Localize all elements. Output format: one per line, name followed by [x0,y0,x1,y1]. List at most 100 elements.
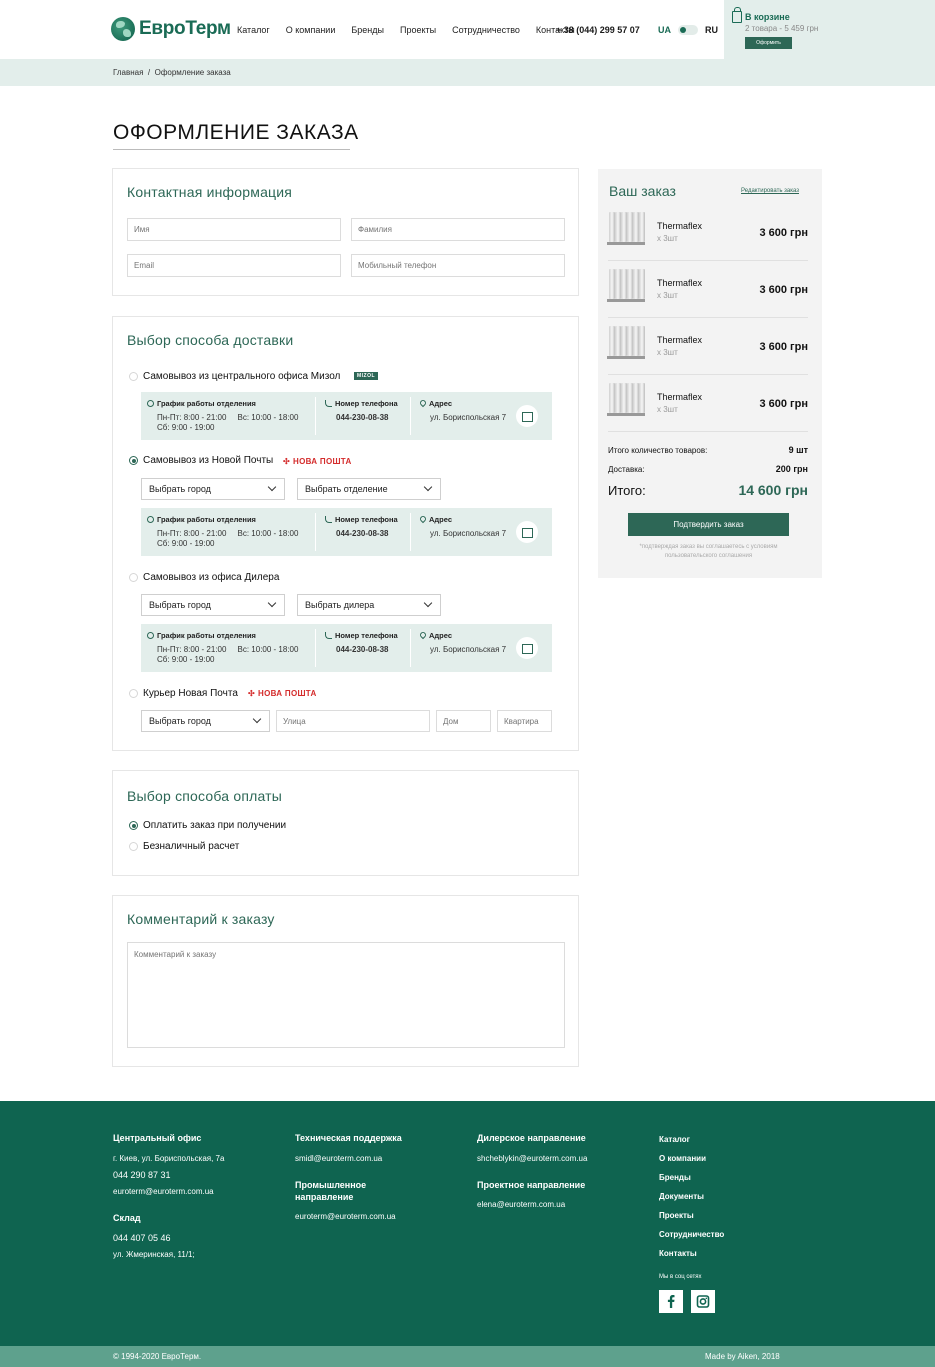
comment-card: Комментарий к заказу [112,895,579,1067]
delivery-label-mizol[interactable]: Самовывоз из центрального офиса Мизол [143,371,340,382]
delivery-card: Выбор способа доставки Самовывоз из цент… [112,316,579,751]
nova-poshta-logo: НОВА ПОШТА [248,689,317,698]
item-price: 3 600 грн [759,227,808,239]
delivery-radio-mizol[interactable] [129,372,138,381]
site-header: ЕвроТерм Каталог О компании Бренды Проек… [0,0,935,59]
branch-select[interactable]: Выбрать отделение [297,478,441,500]
city-select[interactable]: Выбрать город [141,478,285,500]
mobile-phone-input[interactable] [351,254,565,277]
comment-textarea[interactable] [127,942,565,1048]
shopping-bag-icon[interactable] [732,7,742,23]
footer-office-phone[interactable]: 044 290 87 31 [113,1170,171,1180]
nav-projects[interactable]: Проекты [400,25,436,35]
payment-title: Выбор способа оплаты [127,788,283,804]
chevron-down-icon [267,598,277,608]
map-icon[interactable] [516,405,538,427]
courier-city-select[interactable]: Выбрать город [141,710,270,732]
footer-dealer-email[interactable]: shcheblykin@euroterm.com.ua [477,1154,587,1163]
breadcrumb-home[interactable]: Главная [113,68,143,77]
clock-icon [147,516,154,523]
apartment-input[interactable] [497,710,552,732]
radiator-image [607,212,645,245]
delivery-radio-dealer[interactable] [129,573,138,582]
footer-store-heading: Склад [113,1213,141,1223]
footer-nav-contacts[interactable]: Контакты [659,1249,697,1258]
order-item: Thermaflex x 3шт 3 600 грн [607,318,808,375]
comment-title: Комментарий к заказу [127,911,275,927]
item-name[interactable]: Thermaflex [657,278,702,288]
radiator-image [607,326,645,359]
footer-nav-about[interactable]: О компании [659,1154,706,1163]
cart-title[interactable]: В корзине [745,12,790,22]
delivery-radio-nova-poshta[interactable] [129,456,138,465]
nav-brands[interactable]: Бренды [351,25,384,35]
total-label: Итого: [608,483,646,498]
items-count-label: Итого количество товаров: [608,446,708,455]
breadcrumb: Главная / Оформление заказа [0,59,935,86]
delivery-label-dealer[interactable]: Самовывоз из офиса Дилера [143,572,279,583]
chevron-down-icon [423,598,433,608]
footer-nav-catalog[interactable]: Каталог [659,1135,690,1144]
first-name-input[interactable] [127,218,341,241]
house-input[interactable] [436,710,491,732]
payment-radio-cash[interactable] [129,821,138,830]
footer-dealer-heading: Дилерское направление [477,1133,586,1143]
email-input[interactable] [127,254,341,277]
chevron-down-icon [267,482,277,492]
delivery-cost-label: Доставка: [608,465,645,474]
made-by[interactable]: Made by Aiken, 2018 [705,1352,780,1361]
page-title: ОФОРМЛЕНИЕ ЗАКАЗА [113,121,359,144]
site-footer: Центральный офис г. Киев, ул. Бориспольс… [0,1101,935,1346]
dealer-select[interactable]: Выбрать дилера [297,594,441,616]
facebook-icon[interactable] [659,1290,683,1313]
radiator-image [607,383,645,416]
footer-office-heading: Центральный офис [113,1133,202,1143]
payment-label-cashless[interactable]: Безналичный расчет [143,841,239,852]
logo[interactable]: ЕвроТерм [111,17,231,41]
nav-catalog[interactable]: Каталог [237,25,270,35]
checkout-button[interactable]: Оформить [745,37,792,49]
delivery-radio-courier[interactable] [129,689,138,698]
footer-nav-projects[interactable]: Проекты [659,1211,694,1220]
location-pin-icon [418,630,428,640]
phone-icon [325,516,332,523]
footer-project-email[interactable]: elena@euroterm.com.ua [477,1200,565,1209]
payment-radio-cashless[interactable] [129,842,138,851]
instagram-icon[interactable] [691,1290,715,1313]
payment-card: Выбор способа оплаты Оплатить заказ при … [112,770,579,876]
delivery-label-nova-poshta[interactable]: Самовывоз из Новой Почты [143,455,273,466]
lang-toggle[interactable] [678,25,698,35]
footer-store-phone[interactable]: 044 407 05 46 [113,1233,171,1243]
footer-industrial-email[interactable]: euroterm@euroterm.com.ua [295,1212,396,1221]
item-name[interactable]: Thermaflex [657,392,702,402]
dealer-city-select[interactable]: Выбрать город [141,594,285,616]
edit-order-link[interactable]: Редактировать заказ [741,188,799,194]
copyright: © 1994-2020 ЕвроТерм. [113,1352,202,1361]
map-icon[interactable] [516,637,538,659]
street-input[interactable] [276,710,430,732]
lang-ru[interactable]: RU [705,25,718,35]
footer-nav-cooperation[interactable]: Сотрудничество [659,1230,724,1239]
order-summary: Ваш заказ Редактировать заказ Thermaflex… [598,169,822,578]
breadcrumb-separator: / [147,68,151,77]
footer-nav-brands[interactable]: Бренды [659,1173,691,1182]
last-name-input[interactable] [351,218,565,241]
nav-cooperation[interactable]: Сотрудничество [452,25,520,35]
chevron-down-icon [423,482,433,492]
map-icon[interactable] [516,521,538,543]
lang-ua[interactable]: UA [658,25,671,35]
radiator-image [607,269,645,302]
footer-office-email[interactable]: euroterm@euroterm.com.ua [113,1187,214,1196]
confirm-order-button[interactable]: Подтвердить заказ [628,513,789,536]
footer-tech-email[interactable]: smidl@euroterm.com.ua [295,1154,382,1163]
item-name[interactable]: Thermaflex [657,335,702,345]
footer-store-address: ул. Жмеринская, 11/1; [113,1250,195,1259]
header-phone[interactable]: + 38 (044) 299 57 07 [556,25,640,35]
delivery-label-courier[interactable]: Курьер Новая Почта [143,688,238,699]
language-switch: UA RU [658,25,718,35]
payment-label-cash[interactable]: Оплатить заказ при получении [143,820,286,831]
nav-about[interactable]: О компании [286,25,336,35]
footer-nav-documents[interactable]: Документы [659,1192,704,1201]
chevron-down-icon [252,714,262,724]
item-name[interactable]: Thermaflex [657,221,702,231]
